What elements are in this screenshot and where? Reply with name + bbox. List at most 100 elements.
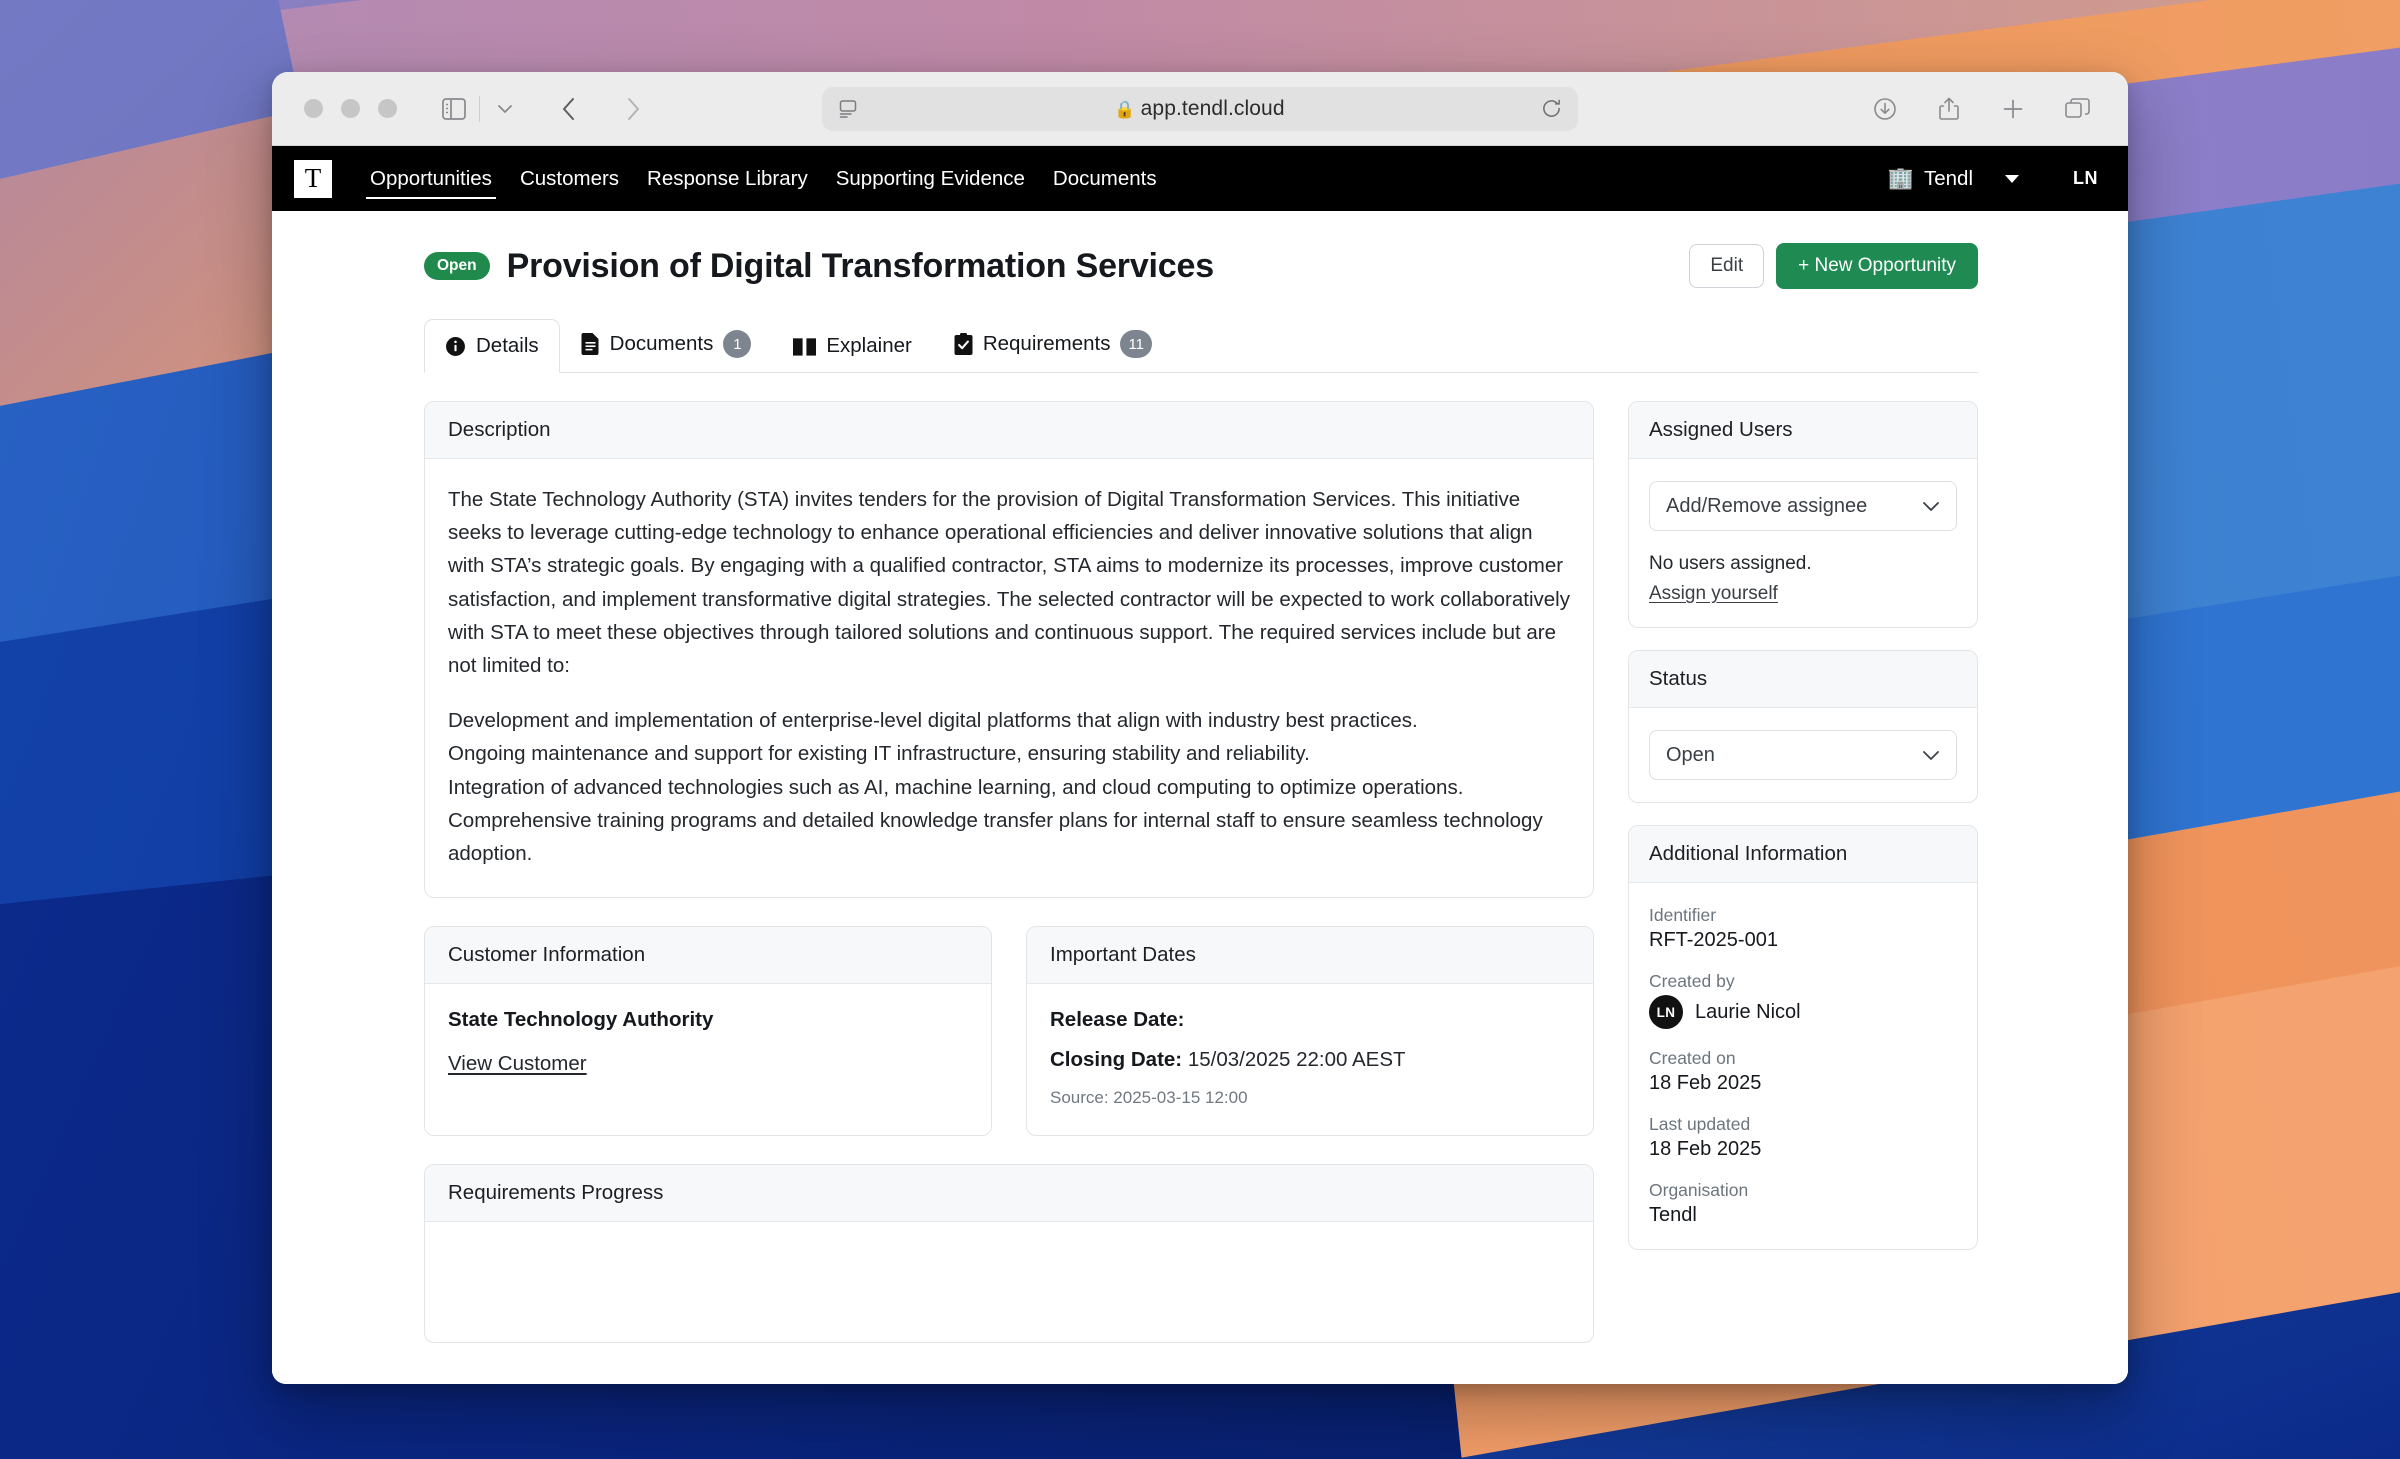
reader-view-icon[interactable]: [838, 99, 858, 119]
add-remove-assignee-select[interactable]: Add/Remove assignee: [1649, 481, 1957, 531]
status-card-body: Open: [1629, 708, 1977, 802]
organisation-label: Organisation: [1649, 1180, 1749, 1200]
tab-details[interactable]: Details: [424, 319, 560, 373]
url-text: app.tendl.cloud: [1140, 96, 1285, 120]
requirements-progress-body: [425, 1222, 1593, 1342]
created-by-row: LN Laurie Nicol: [1649, 995, 1957, 1029]
address-bar[interactable]: 🔒 app.tendl.cloud: [822, 86, 1578, 131]
view-customer-link[interactable]: View Customer: [448, 1052, 587, 1075]
assigned-users-title: Assigned Users: [1629, 402, 1977, 459]
tab-label: Documents: [609, 332, 714, 355]
release-date-row: Release Date:: [1050, 1008, 1570, 1032]
tab-label: Requirements: [982, 332, 1111, 355]
chevron-down-icon: [1922, 744, 1940, 767]
tab-documents[interactable]: Documents 1: [560, 315, 773, 373]
identifier-label: Identifier: [1649, 905, 1717, 925]
header-actions: Edit + New Opportunity: [1689, 243, 1978, 289]
user-avatar-initials[interactable]: LN: [2069, 162, 2102, 195]
org-name: Tendl: [1923, 166, 1973, 190]
maximize-window-button[interactable]: [378, 99, 397, 118]
status-badge: Open: [424, 252, 490, 280]
sidebar-toggle-icon[interactable]: [435, 90, 473, 128]
requirements-progress-card: Requirements Progress: [424, 1164, 1594, 1344]
additional-information-card: Additional Information Identifier RFT-20…: [1628, 825, 1978, 1250]
additional-information-body: Identifier RFT-2025-001 Created by LN La…: [1629, 883, 1977, 1249]
description-bullet: Development and implementation of enterp…: [448, 709, 1418, 733]
tab-explainer[interactable]: Explainer: [772, 319, 932, 373]
clipboard-check-icon: [954, 333, 973, 355]
sidebar-chevron-down-icon[interactable]: [486, 90, 524, 128]
organisation-value: Tendl: [1649, 1204, 1697, 1226]
info-circle-icon: [445, 336, 466, 357]
avatar: LN: [1649, 995, 1683, 1029]
description-bullet: Comprehensive training programs and deta…: [448, 808, 1543, 866]
forward-chevron-icon[interactable]: [614, 90, 652, 128]
primary-nav: Opportunities Customers Response Library…: [356, 146, 1171, 211]
downloads-icon[interactable]: [1866, 90, 1904, 128]
status-select-value: Open: [1666, 743, 1715, 766]
edit-button[interactable]: Edit: [1689, 244, 1765, 288]
important-dates-card: Important Dates Release Date: Closing Da…: [1026, 926, 1594, 1137]
tab-badge-count: 11: [1120, 330, 1153, 358]
tab-label: Details: [476, 334, 539, 357]
window-traffic-lights: [304, 99, 397, 118]
customer-information-card: Customer Information State Technology Au…: [424, 926, 992, 1137]
created-by-name: Laurie Nicol: [1695, 1000, 1801, 1023]
created-by-label: Created by: [1649, 971, 1735, 991]
customer-card-title: Customer Information: [425, 927, 991, 985]
info-cards-row: Customer Information State Technology Au…: [424, 926, 1594, 1164]
dates-card-body: Release Date: Closing Date: 15/03/2025 2…: [1027, 984, 1593, 1135]
nav-item-customers[interactable]: Customers: [506, 146, 633, 211]
nav-item-opportunities[interactable]: Opportunities: [356, 146, 506, 211]
browser-toolbar: 🔒 app.tendl.cloud: [272, 72, 2128, 146]
created-on-value: 18 Feb 2025: [1649, 1072, 1762, 1094]
org-switcher[interactable]: 🏢 Tendl: [1878, 161, 2029, 197]
document-icon: [581, 333, 600, 355]
description-card-title: Description: [425, 402, 1593, 459]
closing-date-label: Closing Date:: [1050, 1048, 1183, 1072]
additional-information-title: Additional Information: [1629, 826, 1977, 883]
description-bullet: Ongoing maintenance and support for exis…: [448, 742, 1310, 766]
page-title: Provision of Digital Transformation Serv…: [506, 246, 1214, 285]
app-navbar: T Opportunities Customers Response Libra…: [272, 146, 2128, 211]
tab-label: Explainer: [826, 334, 912, 357]
tendl-logo-icon[interactable]: T: [294, 159, 332, 198]
toolbar-divider: [479, 95, 480, 122]
assignee-select-value: Add/Remove assignee: [1666, 494, 1868, 517]
nav-item-response-library[interactable]: Response Library: [633, 146, 822, 211]
assign-yourself-link[interactable]: Assign yourself: [1649, 583, 1778, 605]
no-users-assigned-text: No users assigned.: [1649, 553, 1812, 574]
description-card-body: The State Technology Authority (STA) inv…: [425, 459, 1593, 897]
assigned-users-card: Assigned Users Add/Remove assignee No us…: [1628, 401, 1978, 628]
main-column: Description The State Technology Authori…: [424, 401, 1594, 1371]
new-tab-plus-icon[interactable]: [1994, 90, 2032, 128]
last-updated-label: Last updated: [1649, 1114, 1751, 1134]
description-bullets: Development and implementation of enterp…: [448, 704, 1570, 870]
share-icon[interactable]: [1930, 90, 1968, 128]
close-window-button[interactable]: [304, 99, 323, 118]
url-text-wrapper: 🔒 app.tendl.cloud: [858, 97, 1541, 121]
minimize-window-button[interactable]: [341, 99, 360, 118]
tab-requirements[interactable]: Requirements 11: [933, 315, 1173, 373]
nav-item-documents[interactable]: Documents: [1039, 146, 1171, 211]
application-area: T Opportunities Customers Response Libra…: [272, 146, 2128, 1384]
description-bullet: Integration of advanced technologies suc…: [448, 775, 1464, 799]
new-opportunity-button[interactable]: + New Opportunity: [1776, 243, 1978, 289]
description-paragraph: The State Technology Authority (STA) inv…: [448, 488, 1570, 678]
content-grid: Description The State Technology Authori…: [272, 373, 2128, 1371]
customer-card-body: State Technology Authority View Customer: [425, 984, 991, 1103]
lock-icon: 🔒: [1114, 99, 1136, 119]
tab-bar: Details Documents 1 Explainer Requiremen…: [272, 289, 2128, 373]
reload-icon[interactable]: [1541, 98, 1562, 119]
back-chevron-icon[interactable]: [550, 90, 588, 128]
status-select[interactable]: Open: [1649, 730, 1957, 780]
tab-overview-icon[interactable]: [2058, 90, 2096, 128]
browser-window: 🔒 app.tendl.cloud T Opportunities Custom…: [272, 72, 2128, 1384]
building-icon: 🏢: [1887, 166, 1914, 190]
status-card: Status Open: [1628, 650, 1978, 803]
closing-date-value: 15/03/2025 22:00 AEST: [1187, 1048, 1406, 1072]
tab-badge-count: 1: [723, 330, 752, 358]
closing-date-source: Source: 2025-03-15 12:00: [1050, 1088, 1248, 1108]
nav-item-supporting-evidence[interactable]: Supporting Evidence: [822, 146, 1039, 211]
page-scroll-area[interactable]: Open Provision of Digital Transformation…: [272, 211, 2128, 1384]
